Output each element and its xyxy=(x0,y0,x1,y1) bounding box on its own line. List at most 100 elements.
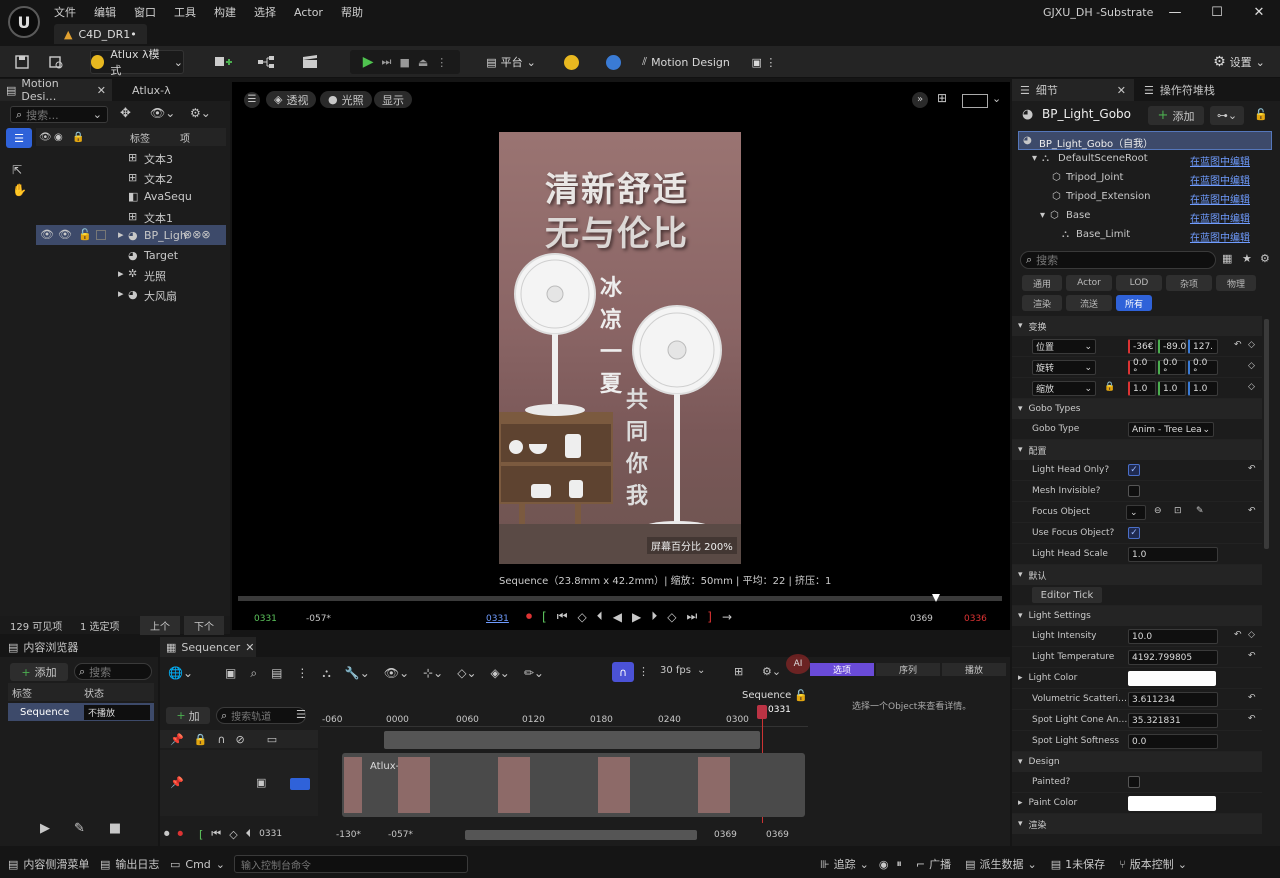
prev-frame-icon[interactable]: ⏴ xyxy=(246,827,252,841)
rotation-z[interactable]: 0.0 ° xyxy=(1188,358,1218,378)
save-icon[interactable]: ▣ xyxy=(225,666,236,680)
menu-help[interactable]: 帮助 xyxy=(341,4,363,20)
next-button[interactable]: 下个 xyxy=(184,615,224,635)
reset-icon[interactable]: ↶ xyxy=(1248,464,1256,474)
actor-to-seq-icon[interactable]: ⛬ xyxy=(322,666,330,681)
wrench-icon[interactable]: 🔧⌄ xyxy=(345,666,370,680)
use-focus-checkbox[interactable]: ✓ xyxy=(1128,527,1140,539)
section-transform[interactable]: ▾ 变换 xyxy=(1012,316,1262,336)
pin-icon[interactable]: 📌 xyxy=(170,776,184,789)
key-icon[interactable]: ◇⌄ xyxy=(457,666,476,680)
pin-icon[interactable]: 📌 xyxy=(170,733,184,746)
tab-motion-design[interactable]: ▤ Motion Desi… ✕ xyxy=(0,77,112,103)
scale-z[interactable]: 1.0 xyxy=(1188,381,1218,396)
light-head-only-checkbox[interactable]: ✓ xyxy=(1128,464,1140,476)
list-item[interactable]: ⊞ 文本2 xyxy=(36,167,226,187)
tree-item-root[interactable]: ◕ BP_Light_Gobo（自我） xyxy=(1018,131,1272,150)
tree-item[interactable]: ⬡ Tripod_Joint 在蓝图中编辑 xyxy=(1018,169,1272,188)
cinematics-icon[interactable] xyxy=(296,50,326,74)
pin-icon[interactable]: ✎ xyxy=(74,821,85,836)
lock-icon[interactable]: 🔒 xyxy=(1104,382,1115,392)
mesh-invisible-checkbox[interactable] xyxy=(1128,485,1140,497)
close-icon[interactable]: ✕ xyxy=(1238,5,1280,20)
gobo-type-dropdown[interactable]: Anim - Tree Lea ⌄ xyxy=(1128,422,1214,437)
record-icon[interactable]: ⏺ xyxy=(178,827,184,841)
edit-in-blueprint-link[interactable]: 在蓝图中编辑 xyxy=(1190,210,1250,225)
layout-icon[interactable]: ⊞ xyxy=(734,665,743,678)
list-item[interactable]: ◧ AvaSequ xyxy=(36,186,226,206)
save-icon[interactable] xyxy=(10,50,34,74)
perspective-button[interactable]: ◈ 透视 xyxy=(266,91,317,108)
light-intensity-input[interactable]: 10.0 xyxy=(1128,629,1218,644)
menu-window[interactable]: 窗口 xyxy=(134,4,156,20)
headphones-icon[interactable]: ∩ xyxy=(217,733,225,746)
time-ruler[interactable]: -060 0000 0060 0120 0180 0240 0300 xyxy=(320,713,808,727)
find-icon[interactable]: ⌕ xyxy=(250,666,257,681)
light-head-scale-input[interactable]: 1.0 xyxy=(1128,547,1218,562)
source-control-button[interactable]: ⑂ 版本控制 ⌄ xyxy=(1119,856,1187,872)
details-search-input[interactable]: ⌕ 搜索 xyxy=(1020,251,1216,269)
location-y[interactable]: -89.0 xyxy=(1158,339,1186,354)
filter-all[interactable]: 所有 xyxy=(1116,295,1152,311)
next-frame-icon[interactable]: ⏵ xyxy=(651,609,657,624)
minimize-icon[interactable]: — xyxy=(1154,5,1196,20)
bracket-start-icon[interactable]: [ xyxy=(542,610,547,624)
list-item-selected[interactable]: 👁 👁 🔓 ▸ ◕ BP_Ligh ⊗⊗⊗ xyxy=(36,225,226,245)
show-button[interactable]: 显示 xyxy=(374,91,412,108)
camera-cut-clip[interactable]: Atlux-… xyxy=(342,753,805,817)
sequence-range-bar[interactable] xyxy=(384,731,760,749)
expand-arrow-icon[interactable]: ▸ xyxy=(118,287,124,300)
tab-content-browser[interactable]: ▤ 内容浏览器 xyxy=(0,637,86,657)
tab-operator-stack[interactable]: ☰ 操作符堆栈 xyxy=(1134,79,1225,101)
section-config[interactable]: ▾ 配置 xyxy=(1012,440,1262,460)
content-search-input[interactable]: ⌕ 搜索 xyxy=(74,663,152,680)
output-log-button[interactable]: ▤ 输出日志 xyxy=(100,856,170,872)
table-view-icon[interactable]: ▦ xyxy=(1222,252,1232,265)
blueprint-icon[interactable] xyxy=(252,50,282,74)
menu-select[interactable]: 选择 xyxy=(254,4,276,20)
record-icon[interactable]: ◉ xyxy=(879,858,889,871)
keyframe-icon[interactable]: ◇ xyxy=(1248,630,1255,640)
section-render[interactable]: ▾ 渲染 xyxy=(1012,814,1262,834)
expand-arrow-icon[interactable]: ▾ xyxy=(1040,210,1045,221)
list-item[interactable]: ⊞ 文本1 xyxy=(36,206,226,226)
mode-dropdown[interactable]: Atlux λ模式 ⌄ xyxy=(90,48,184,77)
motion-design-button[interactable]: ⫽ Motion Design xyxy=(640,50,732,74)
derived-data-button[interactable]: ▤ 派生数据 ⌄ xyxy=(965,856,1037,872)
next-key-icon[interactable]: ◇ xyxy=(667,610,676,624)
add-actor-icon[interactable] xyxy=(208,50,238,74)
scale-dropdown[interactable]: 缩放 ⌄ xyxy=(1032,381,1096,396)
eye-icon[interactable]: 👁 xyxy=(58,228,72,241)
tree-item[interactable]: ⛬ Base_Limit 在蓝图中编辑 xyxy=(1018,226,1272,245)
rotation-dropdown[interactable]: 旋转 ⌄ xyxy=(1032,360,1096,375)
list-item[interactable]: ▸ ✲ 光照 xyxy=(36,264,226,284)
filter-icon[interactable]: ☰ xyxy=(296,708,306,721)
skip-start-icon[interactable]: ⏮ xyxy=(211,827,221,841)
loop-icon[interactable]: → xyxy=(722,610,732,624)
stop-icon[interactable]: ■ xyxy=(399,56,409,69)
expand-arrow-icon[interactable]: ▾ xyxy=(1032,153,1037,164)
keyframe-icon[interactable]: ◇ xyxy=(1248,382,1255,392)
tree-item[interactable]: ▾ ⛬ DefaultSceneRoot 在蓝图中编辑 xyxy=(1018,150,1272,169)
camera-icon[interactable] xyxy=(290,778,310,790)
level-viewport[interactable]: ☰ ◈透视 ●光照 显示 » ⊞ ⌄ 清新舒适 无与伦比 冰凉一夏 共同你我 xyxy=(232,82,1010,630)
eye-icon[interactable]: 👁 xyxy=(40,228,54,241)
unsaved-button[interactable]: ▤ 1未保存 xyxy=(1051,856,1105,872)
camera-icon[interactable]: ▣ ⋮ xyxy=(746,50,782,74)
atlux-tool-icon[interactable] xyxy=(560,50,582,74)
menu-edit[interactable]: 编辑 xyxy=(94,4,116,20)
editor-tick-button[interactable]: Editor Tick xyxy=(1032,587,1102,603)
expand-icon[interactable]: » xyxy=(912,92,928,108)
lit-button[interactable]: ● 光照 xyxy=(320,91,372,108)
lock-icon[interactable]: 🔓 xyxy=(1254,108,1268,121)
play-icon[interactable]: ▶ xyxy=(40,821,50,836)
more-icon[interactable]: ⋮ xyxy=(296,666,308,680)
prev-frame-icon[interactable]: ⏴ xyxy=(597,609,603,624)
cmd-dropdown[interactable]: ▭ Cmd ⌄ xyxy=(170,858,230,871)
eject-icon[interactable]: ⏏ xyxy=(418,56,428,69)
gear-icon[interactable]: ⚙⌄ xyxy=(190,106,211,120)
select-icon[interactable]: ⇱ xyxy=(12,163,22,177)
eye-icon[interactable]: 👁⌄ xyxy=(384,666,409,680)
edit-in-blueprint-link[interactable]: 在蓝图中编辑 xyxy=(1190,153,1250,168)
globe-icon[interactable] xyxy=(602,50,624,74)
